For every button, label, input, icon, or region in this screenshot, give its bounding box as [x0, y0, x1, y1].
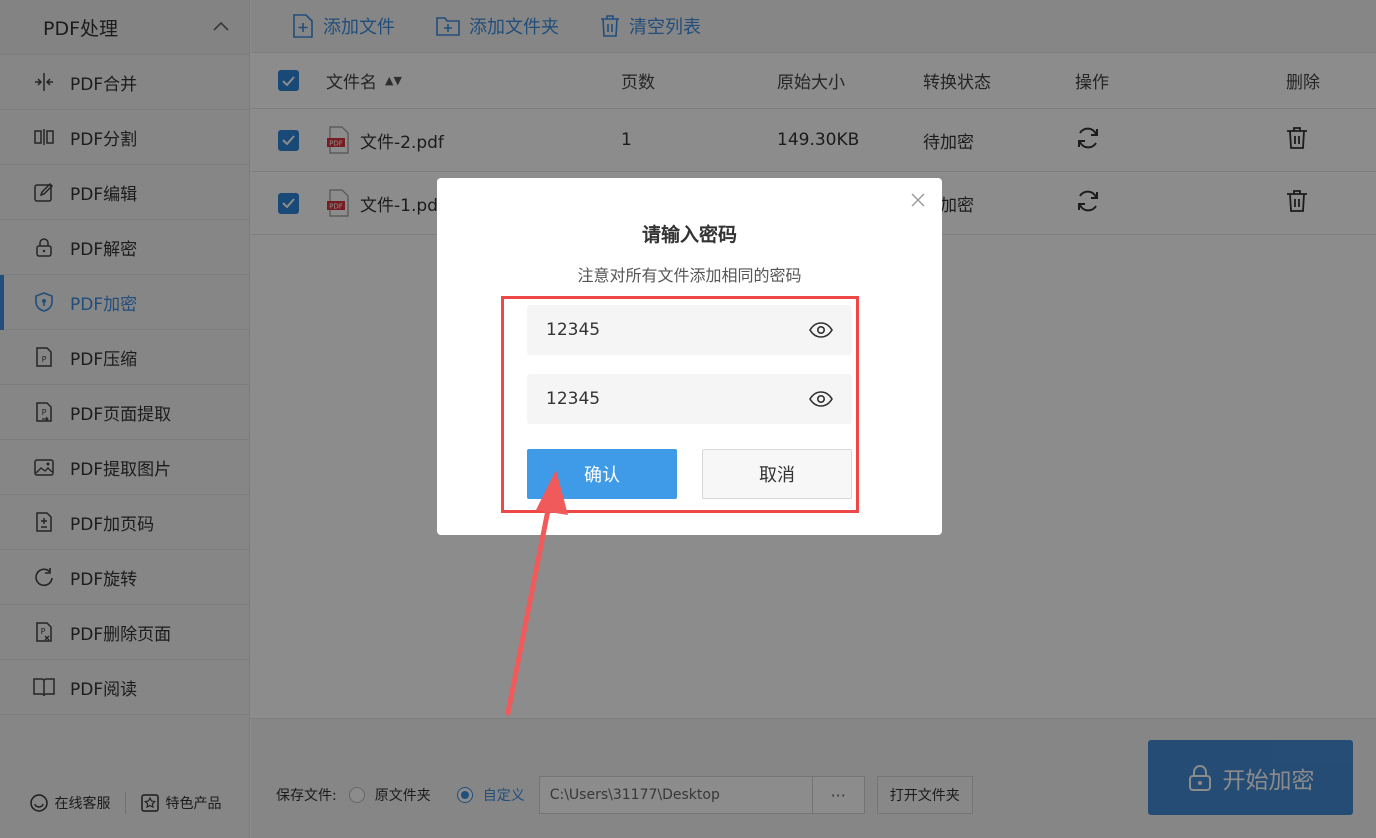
app-window: PDF处理 PDF合并 PDF分割 PDF编辑 PDF解密 PDF加密 P PD… [0, 0, 1376, 838]
annotation-arrow [505, 470, 568, 716]
